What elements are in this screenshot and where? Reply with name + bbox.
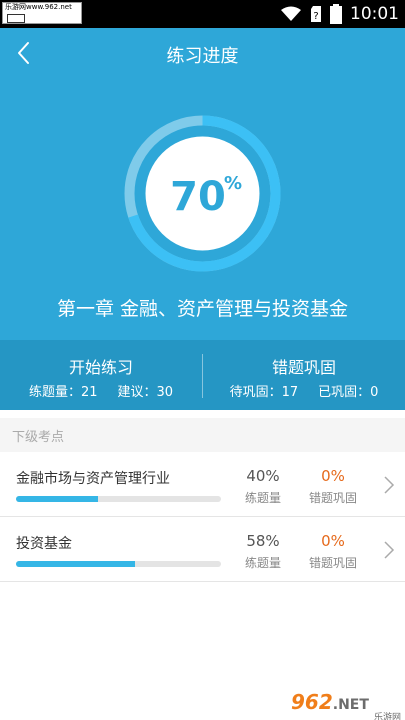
watermark-text: 乐游网www.962.net <box>5 3 72 11</box>
start-practice-button[interactable]: 开始练习 练题量：21 建议：30 <box>0 340 202 410</box>
list-item[interactable]: 投资基金 58% 练题量 0% 错题巩固 <box>0 517 405 582</box>
chevron-right-icon <box>384 541 395 559</box>
chapter-title: 第一章 金融、资产管理与投资基金 <box>56 298 349 320</box>
progress-percent-value: 70 <box>170 174 226 220</box>
done-review: 已巩固：0 <box>318 385 379 400</box>
chevron-right-icon <box>384 476 395 494</box>
battery-icon <box>330 4 342 24</box>
sim-alert-icon: ? <box>311 6 321 22</box>
title-bar: 练习进度 <box>0 28 405 78</box>
error-metric: 0% 错题巩固 <box>298 467 368 506</box>
practice-count: 练题量：21 <box>28 385 98 400</box>
error-label: 错题巩固 <box>308 556 357 570</box>
list-item-name: 金融市场与资产管理行业 <box>16 471 170 487</box>
progress-bar-fill <box>16 561 135 567</box>
start-practice-label: 开始练习 <box>68 358 133 377</box>
watermark-net: .NET <box>332 697 369 713</box>
sub-points-header: 下级考点 <box>0 418 405 452</box>
progress-bar <box>16 496 221 502</box>
progress-header: 练习进度 70 % 第一章 金融、资产管理与投资基金 <box>0 28 405 340</box>
start-practice-stats: 练题量：21 建议：30 <box>0 381 202 400</box>
practice-label: 练题量 <box>244 491 281 505</box>
list-item[interactable]: 金融市场与资产管理行业 40% 练题量 0% 错题巩固 <box>0 452 405 517</box>
error-review-stats: 待巩固：17 已巩固：0 <box>203 381 405 400</box>
practice-suggest: 建议：30 <box>117 385 174 400</box>
list-item-name: 投资基金 <box>16 536 72 552</box>
progress-bar-fill <box>16 496 98 502</box>
status-time: 10:01 <box>350 4 399 24</box>
status-bar: 乐游网www.962.net ? 10:01 <box>0 0 405 28</box>
practice-value: 58% <box>246 532 280 550</box>
error-value: 0% <box>321 532 345 550</box>
page-title: 练习进度 <box>166 46 239 67</box>
progress-percent-sign: % <box>224 173 242 194</box>
error-label: 错题巩固 <box>308 491 357 505</box>
error-value: 0% <box>321 467 345 485</box>
pending-review: 待巩固：17 <box>229 385 299 400</box>
svg-text:?: ? <box>313 11 318 22</box>
watermark-badge: 乐游网www.962.net <box>2 2 82 24</box>
watermark-logo: 962.NET 乐游网 <box>291 690 401 720</box>
status-icons: ? 10:01 <box>280 3 399 25</box>
practice-bar: 开始练习 练题量：21 建议：30 错题巩固 待巩固：17 已巩固：0 <box>0 340 405 410</box>
practice-label: 练题量 <box>244 556 281 570</box>
progress-bar <box>16 561 221 567</box>
practice-metric: 40% 练题量 <box>228 467 298 506</box>
image-icon <box>7 14 25 23</box>
error-review-button[interactable]: 错题巩固 待巩固：17 已巩固：0 <box>203 340 405 410</box>
error-review-label: 错题巩固 <box>271 358 336 377</box>
wifi-icon <box>281 6 301 21</box>
watermark-num: 962 <box>291 690 333 714</box>
progress-ring: 70 % <box>124 115 281 272</box>
practice-metric: 58% 练题量 <box>228 532 298 571</box>
error-metric: 0% 错题巩固 <box>298 532 368 571</box>
practice-value: 40% <box>246 467 280 485</box>
